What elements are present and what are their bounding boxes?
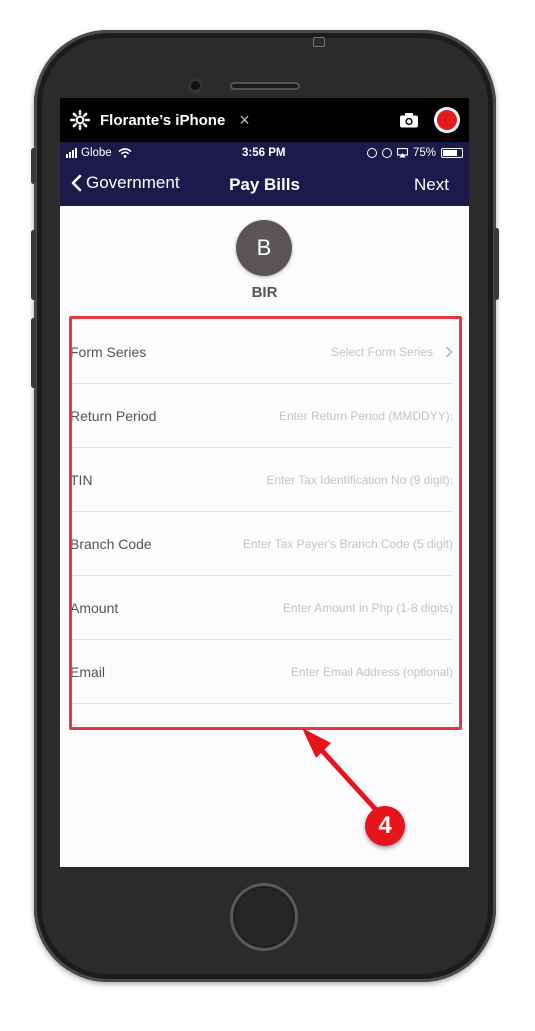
arrow-icon: [302, 728, 381, 815]
step-number-badge: 4: [365, 806, 405, 846]
